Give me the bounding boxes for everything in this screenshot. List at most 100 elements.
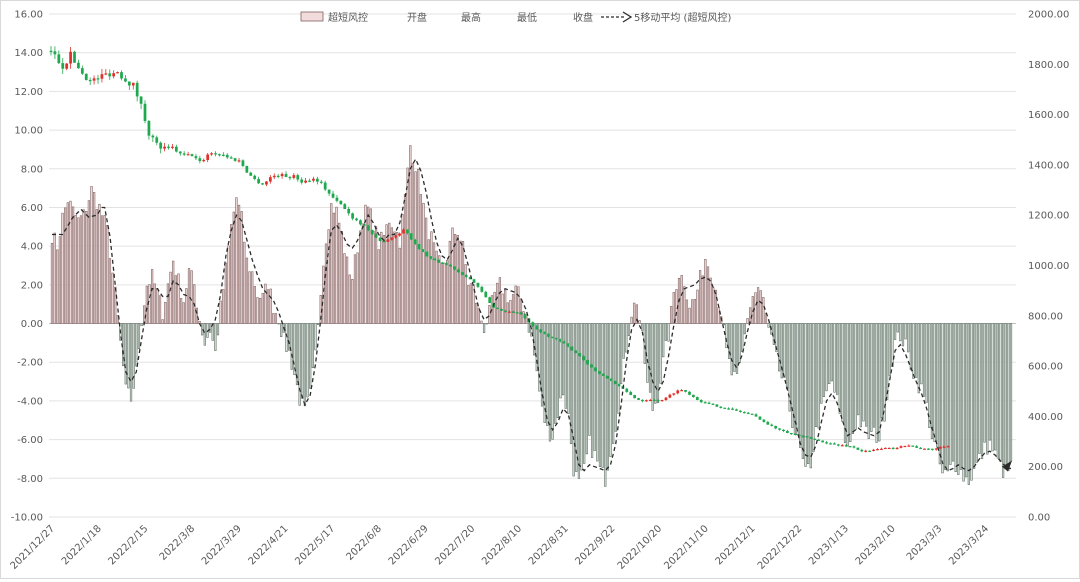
risk-bar bbox=[388, 222, 391, 324]
risk-bar bbox=[456, 234, 459, 324]
risk-bar bbox=[338, 222, 341, 324]
candle-body bbox=[472, 279, 476, 283]
risk-bar bbox=[256, 297, 259, 324]
candle-body bbox=[402, 229, 405, 234]
candle-body bbox=[590, 364, 593, 368]
risk-bar bbox=[994, 323, 997, 451]
left-tick-label: 4.00 bbox=[21, 242, 43, 253]
candle-body bbox=[582, 356, 586, 361]
risk-bar bbox=[888, 323, 891, 376]
risk-bar bbox=[980, 323, 984, 459]
candle-body bbox=[515, 312, 519, 314]
candle-body bbox=[684, 390, 687, 392]
risk-bar bbox=[799, 323, 802, 448]
risk-bar bbox=[504, 289, 507, 324]
risk-bar bbox=[596, 323, 599, 462]
candle-body bbox=[946, 446, 950, 448]
risk-bar bbox=[372, 230, 375, 324]
candle-body bbox=[120, 72, 123, 79]
candle-body bbox=[617, 384, 621, 387]
x-tick-label: 2022/7/20 bbox=[433, 523, 477, 567]
candle-body bbox=[664, 397, 668, 400]
right-tick-label: 1800.00 bbox=[1028, 60, 1069, 71]
risk-bar bbox=[148, 284, 151, 324]
risk-bar bbox=[356, 252, 359, 324]
candle-body bbox=[907, 445, 911, 447]
candle-body bbox=[672, 393, 676, 395]
candle-body bbox=[131, 82, 135, 86]
risk-bar bbox=[849, 323, 852, 443]
risk-bar bbox=[1004, 323, 1007, 468]
risk-bar bbox=[820, 323, 823, 404]
candle-body bbox=[84, 73, 88, 81]
x-tick-label: 2022/5/17 bbox=[293, 523, 337, 567]
candle-body bbox=[766, 421, 770, 425]
risk-bar bbox=[875, 323, 878, 443]
risk-bar bbox=[114, 286, 117, 324]
risk-bar bbox=[177, 273, 180, 324]
risk-bar bbox=[833, 323, 836, 393]
risk-bar bbox=[398, 247, 401, 324]
risk-bar bbox=[627, 323, 631, 337]
legend-label: 超短风控 bbox=[328, 11, 368, 24]
risk-bar bbox=[807, 323, 810, 464]
risk-bar bbox=[124, 323, 127, 385]
risk-bar bbox=[517, 286, 520, 324]
left-tick-label: 12.00 bbox=[14, 87, 43, 98]
candle-body bbox=[374, 234, 378, 238]
candle-body bbox=[139, 96, 143, 104]
left-tick-label: 10.00 bbox=[14, 126, 43, 137]
candle-body bbox=[938, 447, 942, 449]
risk-bar bbox=[828, 323, 831, 384]
candle-body bbox=[637, 398, 640, 400]
candle-body bbox=[272, 175, 276, 178]
risk-bar bbox=[351, 279, 354, 324]
candle-body bbox=[605, 375, 609, 379]
candle-body bbox=[124, 78, 127, 82]
risk-bar bbox=[232, 211, 235, 324]
candle-body bbox=[300, 179, 304, 183]
candle-body bbox=[202, 159, 206, 162]
risk-bar bbox=[158, 295, 162, 324]
left-tick-label: 14.00 bbox=[14, 48, 43, 59]
candle-body bbox=[237, 160, 241, 162]
risk-bar bbox=[585, 323, 588, 455]
right-axis: 2000.00 1800.00 1600.00 1400.00 1200.00 1000.… bbox=[1028, 10, 1069, 524]
risk-bar bbox=[498, 277, 502, 324]
candle-body bbox=[65, 63, 69, 69]
candle-body bbox=[135, 82, 139, 97]
risk-bar bbox=[50, 242, 54, 324]
candle-body bbox=[927, 448, 930, 450]
risk-bar bbox=[179, 298, 183, 324]
risk-bar bbox=[269, 288, 272, 324]
candle-body bbox=[214, 153, 217, 155]
risk-bar bbox=[345, 256, 349, 324]
risk-bar bbox=[1007, 323, 1010, 471]
risk-bar bbox=[893, 323, 897, 340]
left-tick-label: 16.00 bbox=[14, 10, 43, 21]
risk-bar bbox=[298, 323, 301, 406]
risk-bar bbox=[467, 285, 470, 324]
candle-body bbox=[276, 175, 280, 178]
risk-bar bbox=[667, 323, 670, 342]
risk-bar bbox=[867, 323, 870, 439]
risk-bar bbox=[77, 217, 80, 324]
risk-bar bbox=[93, 192, 96, 324]
risk-bar bbox=[369, 208, 372, 324]
risk-bar bbox=[922, 323, 926, 397]
risk-bar bbox=[817, 323, 820, 429]
risk-bar bbox=[240, 211, 243, 324]
candle-body bbox=[558, 339, 562, 342]
risk-bar bbox=[290, 323, 293, 370]
legend-label: 收盘 bbox=[573, 11, 593, 24]
candle-body bbox=[359, 220, 362, 225]
risk-bar bbox=[253, 286, 256, 324]
candle-body bbox=[586, 360, 590, 365]
risk-bar bbox=[936, 323, 939, 448]
candle-body bbox=[594, 367, 597, 372]
risk-bar bbox=[137, 323, 141, 350]
left-tick-label: -2.00 bbox=[17, 358, 43, 369]
risk-bar bbox=[367, 206, 370, 324]
risk-bar bbox=[58, 236, 62, 324]
risk-bar bbox=[975, 323, 978, 463]
